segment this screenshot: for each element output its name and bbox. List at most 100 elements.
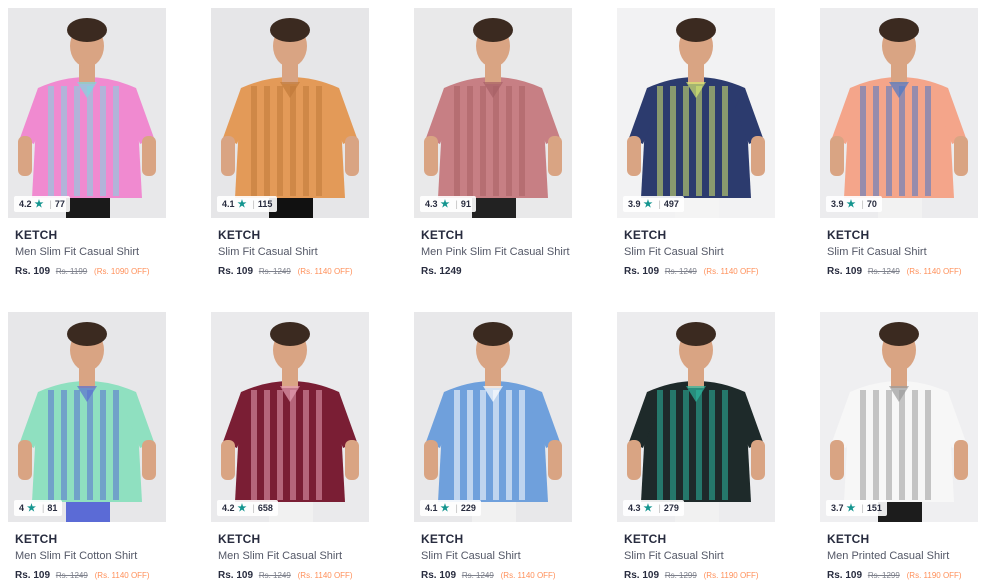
star-icon: ★ [643,198,653,210]
product-name: Men Pink Slim Fit Casual Shirt [421,246,570,258]
original-price: Rs. 1249 [258,267,291,276]
product-price: Rs. 109 Rs. 1249 (Rs. 1140 OFF) [820,266,978,277]
product-image[interactable]: 4.3 ★ | 91 [414,8,572,218]
product-image[interactable]: 3.7 ★ | 151 [820,312,978,522]
rating-badge: 3.7 ★ | 151 [826,500,887,516]
star-icon: ★ [440,502,450,514]
discount-amount: (Rs. 1090 OFF) [94,267,150,276]
model-photo [414,8,572,218]
rating-value: 4.3 [425,199,438,209]
model-photo [8,312,166,522]
rating-count: 658 [257,503,273,513]
discount-amount: (Rs. 1140 OFF) [906,267,962,276]
star-icon: ★ [846,198,856,210]
rating-value: 4.3 [628,503,641,513]
rating-divider: | [49,199,52,209]
product-card[interactable]: 3.9 ★ | 497 KETCH Slim Fit Casual Shirt … [617,8,775,277]
star-icon: ★ [237,198,247,210]
rating-count: 151 [866,503,882,513]
original-price: Rs. 1249 [55,571,88,580]
product-price: Rs. 109 Rs. 1299 (Rs. 1190 OFF) [617,570,775,581]
rating-badge: 3.9 ★ | 70 [826,196,882,212]
product-price: Rs. 109 Rs. 1249 (Rs. 1140 OFF) [211,570,369,581]
model-photo [617,312,775,522]
star-icon: ★ [34,198,44,210]
product-brand: KETCH [421,228,464,242]
product-card[interactable]: 3.7 ★ | 151 KETCH Men Printed Casual Shi… [820,312,978,581]
rating-divider: | [861,199,864,209]
rating-value: 3.9 [628,199,641,209]
product-card[interactable]: 3.9 ★ | 70 KETCH Slim Fit Casual Shirt R… [820,8,978,277]
product-card[interactable]: 4.3 ★ | 91 KETCH Men Pink Slim Fit Casua… [414,8,572,277]
product-name: Men Slim Fit Casual Shirt [218,550,343,562]
product-image[interactable]: 3.9 ★ | 497 [617,8,775,218]
star-icon: ★ [643,502,653,514]
rating-badge: 4.3 ★ | 279 [623,500,684,516]
discounted-price: Rs. 109 [218,570,254,581]
original-price: Rs. 1299 [867,571,900,580]
discount-amount: (Rs. 1140 OFF) [297,267,353,276]
product-name: Slim Fit Casual Shirt [421,550,521,562]
rating-divider: | [252,199,255,209]
discounted-price: Rs. 109 [827,570,863,581]
rating-count: 81 [47,503,58,513]
discount-amount: (Rs. 1190 OFF) [906,571,962,580]
product-card[interactable]: 4.1 ★ | 229 KETCH Slim Fit Casual Shirt … [414,312,572,581]
rating-divider: | [41,503,45,513]
rating-count: 497 [663,199,679,209]
product-price: Rs. 109 Rs. 1249 (Rs. 1140 OFF) [414,570,572,581]
star-icon: ★ [237,502,247,514]
product-name: Slim Fit Casual Shirt [624,246,724,258]
rating-count: 77 [54,199,65,209]
original-price: Rs. 1249 [664,267,697,276]
product-name: Slim Fit Casual Shirt [624,550,724,562]
product-price: Rs. 1249 [414,266,572,277]
model-photo [414,312,572,522]
rating-value: 4.2 [19,199,32,209]
original-price: Rs. 1199 [55,267,88,276]
original-price: Rs. 1249 [258,571,291,580]
product-image[interactable]: 3.9 ★ | 70 [820,8,978,218]
discounted-price: Rs. 109 [421,570,457,581]
product-price: Rs. 109 Rs. 1199 (Rs. 1090 OFF) [8,266,166,277]
product-image[interactable]: 4 ★ | 81 [8,312,166,522]
rating-count: 229 [460,503,476,513]
rating-divider: | [252,503,255,513]
product-card[interactable]: 4.1 ★ | 115 KETCH Slim Fit Casual Shirt … [211,8,369,277]
star-icon: ★ [27,502,36,514]
rating-count: 70 [866,199,877,209]
product-card[interactable]: 4.2 ★ | 77 KETCH Men Slim Fit Casual Shi… [8,8,166,277]
product-image[interactable]: 4.1 ★ | 115 [211,8,369,218]
model-photo [820,312,978,522]
product-card[interactable]: 4.2 ★ | 658 KETCH Men Slim Fit Casual Sh… [211,312,369,581]
product-name: Men Slim Fit Cotton Shirt [15,550,138,562]
product-brand: KETCH [624,532,667,546]
product-image[interactable]: 4.3 ★ | 279 [617,312,775,522]
product-card[interactable]: 4.3 ★ | 279 KETCH Slim Fit Casual Shirt … [617,312,775,581]
product-image[interactable]: 4.2 ★ | 77 [8,8,166,218]
product-brand: KETCH [421,532,464,546]
model-photo [820,8,978,218]
discount-amount: (Rs. 1140 OFF) [297,571,353,580]
discounted-price: Rs. 109 [624,266,660,277]
rating-badge: 4.1 ★ | 115 [217,196,278,212]
discount-amount: (Rs. 1190 OFF) [703,571,759,580]
product-brand: KETCH [15,228,58,242]
discounted-price: Rs. 109 [15,266,51,277]
star-icon: ★ [440,198,450,210]
rating-value: 3.7 [831,503,844,513]
discounted-price: Rs. 109 [218,266,254,277]
product-brand: KETCH [218,532,261,546]
product-brand: KETCH [624,228,667,242]
star-icon: ★ [846,502,856,514]
discount-amount: (Rs. 1140 OFF) [703,267,759,276]
product-card[interactable]: 4 ★ | 81 KETCH Men Slim Fit Cotton Shirt… [8,312,166,581]
discounted-price: Rs. 109 [624,570,660,581]
rating-badge: 4.2 ★ | 77 [14,196,70,212]
product-grid: 4.2 ★ | 77 KETCH Men Slim Fit Casual Shi… [0,0,983,583]
product-image[interactable]: 4.1 ★ | 229 [414,312,572,522]
product-image[interactable]: 4.2 ★ | 658 [211,312,369,522]
product-brand: KETCH [827,228,870,242]
product-name: Slim Fit Casual Shirt [218,246,318,258]
product-price: Rs. 109 Rs. 1299 (Rs. 1190 OFF) [820,570,978,581]
